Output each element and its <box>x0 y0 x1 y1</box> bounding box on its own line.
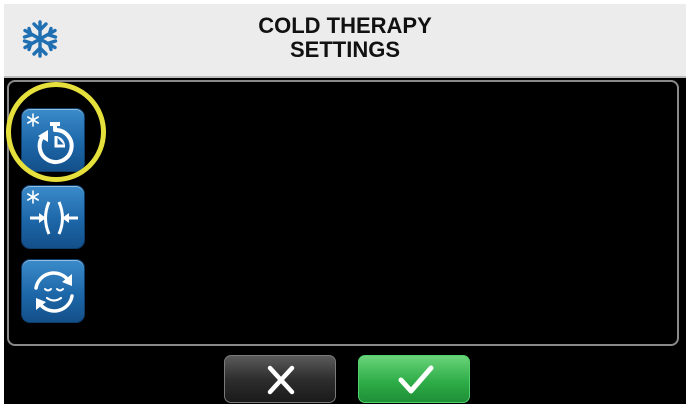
close-icon <box>267 365 295 395</box>
title-line-2: SETTINGS <box>289 37 400 62</box>
relax-cycle-button[interactable] <box>21 259 85 323</box>
settings-panel <box>7 80 679 346</box>
check-icon <box>398 365 434 394</box>
page-title: COLD THERAPY SETTINGS <box>4 14 686 62</box>
cold-timer-icon <box>27 113 74 164</box>
cold-compression-icon <box>27 190 78 235</box>
cold-compression-button[interactable] <box>21 185 85 249</box>
confirm-button[interactable] <box>358 355 470 403</box>
relax-cycle-icon <box>34 271 74 313</box>
device-screen: COLD THERAPY SETTINGS <box>4 4 686 404</box>
header-bar: COLD THERAPY SETTINGS <box>4 4 686 78</box>
cold-timer-button[interactable] <box>21 108 85 172</box>
title-line-1: COLD THERAPY <box>258 13 432 38</box>
cancel-button[interactable] <box>224 355 336 403</box>
